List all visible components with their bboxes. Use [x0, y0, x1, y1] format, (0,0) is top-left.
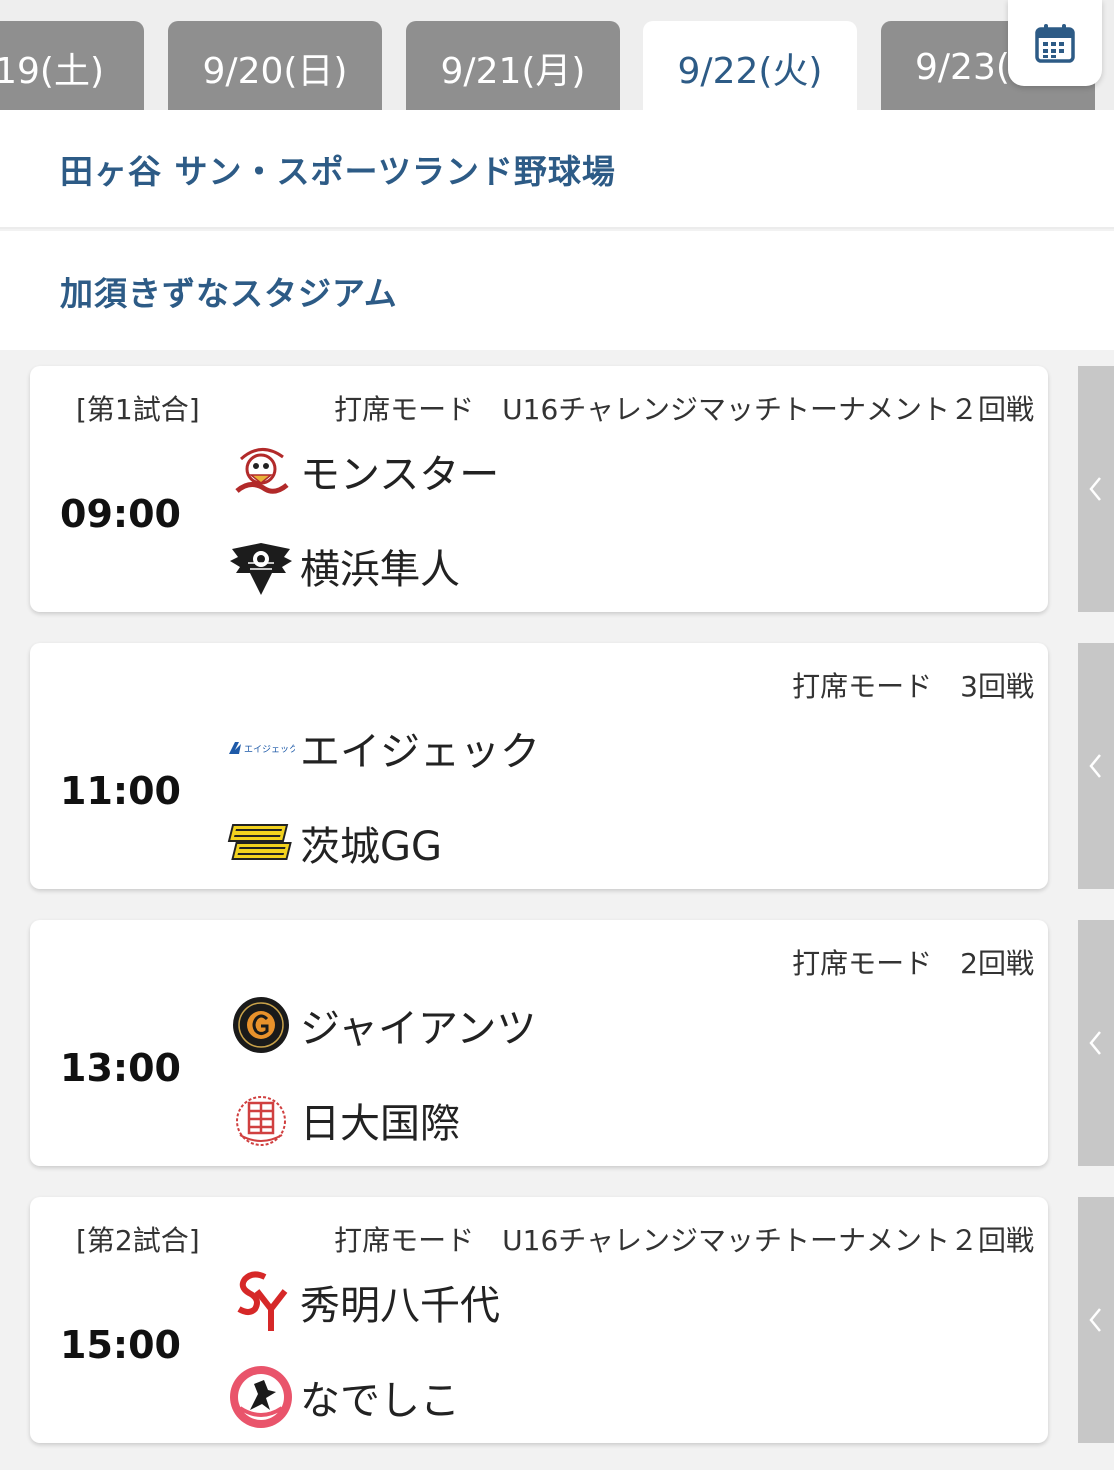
tab-date-0921[interactable]: 9/21(月): [406, 21, 620, 110]
expand-tab[interactable]: [1078, 366, 1114, 612]
hayato-eagle-logo-icon: [226, 531, 296, 601]
game-number-label: [第1試合]: [76, 393, 200, 426]
game-time: 13:00: [60, 1046, 181, 1090]
away-team: なでしこ: [226, 1362, 460, 1432]
team-name: 秀明八千代: [300, 1283, 500, 1329]
tab-date-0922[interactable]: 9/22(火): [643, 21, 857, 110]
away-team: 茨城GG: [226, 808, 442, 878]
game-card[interactable]: [第1試合] 打席モード U16チャレンジマッチトーナメント２回戦 09:00 …: [30, 366, 1048, 612]
team-name: モンスター: [300, 452, 500, 498]
game-info: 打席モード 2回戦: [792, 947, 1034, 980]
chevron-left-icon: [1089, 754, 1101, 778]
giants-logo-icon: [226, 990, 296, 1060]
game-number-label: [第2試合]: [76, 1224, 200, 1257]
game-info: 打席モード 3回戦: [792, 670, 1034, 703]
team-name: 茨城GG: [300, 824, 442, 870]
game-card[interactable]: [第2試合] 打席モード U16チャレンジマッチトーナメント２回戦 15:00 …: [30, 1197, 1048, 1443]
agec-logo-icon: エイジェック: [226, 713, 296, 783]
team-name: なでしこ: [300, 1378, 460, 1424]
team-name: ジャイアンツ: [300, 1006, 537, 1052]
game-info: 打席モード U16チャレンジマッチトーナメント２回戦: [334, 1224, 1034, 1257]
home-team: ジャイアンツ: [226, 990, 536, 1060]
expand-tab[interactable]: [1078, 1197, 1114, 1443]
team-name: 日大国際: [300, 1101, 460, 1147]
venue-kazo-kizuna[interactable]: 加須きずなスタジアム: [0, 231, 1114, 350]
home-team: 秀明八千代: [226, 1267, 500, 1337]
calendar-button[interactable]: [1008, 0, 1102, 86]
calendar-icon: [1035, 24, 1075, 63]
home-team: エイジェック エイジェック: [226, 713, 540, 783]
team-name: エイジェック: [300, 729, 540, 775]
game-time: 15:00: [60, 1323, 181, 1367]
home-team: モンスター: [226, 436, 499, 506]
expand-tab[interactable]: [1078, 920, 1114, 1166]
away-team: 日大国際: [226, 1085, 460, 1155]
venue-tadagaya[interactable]: 田ヶ谷 サン・スポーツランド野球場: [0, 110, 1114, 229]
game-time: 11:00: [60, 769, 181, 813]
venue-name: 田ヶ谷 サン・スポーツランド野球場: [60, 151, 616, 191]
golden-goblins-logo-icon: [226, 808, 296, 878]
agec-logo-text: エイジェック: [244, 744, 295, 755]
venue-name: 加須きずなスタジアム: [60, 273, 398, 313]
chevron-left-icon: [1089, 477, 1101, 501]
game-card[interactable]: 打席モード 2回戦 13:00 ジャイアンツ 日大国際: [30, 920, 1048, 1166]
expand-tab[interactable]: [1078, 643, 1114, 889]
game-time: 09:00: [60, 492, 181, 536]
tab-date-0920[interactable]: 9/20(日): [168, 21, 382, 110]
game-info: 打席モード U16チャレンジマッチトーナメント２回戦: [334, 393, 1034, 426]
nadeshiko-logo-icon: [226, 1362, 296, 1432]
tab-date-0919[interactable]: 19(土): [0, 21, 144, 110]
date-tab-bar: 19(土) 9/20(日) 9/21(月) 9/22(火) 9/23(: [0, 0, 1114, 110]
monster-logo-icon: [226, 436, 296, 506]
chevron-left-icon: [1089, 1308, 1101, 1332]
away-team: 横浜隼人: [226, 531, 460, 601]
nichidai-kokusai-logo-icon: [226, 1085, 296, 1155]
chevron-left-icon: [1089, 1031, 1101, 1055]
sy-logo-icon: [226, 1267, 296, 1337]
team-name: 横浜隼人: [300, 547, 460, 593]
game-card[interactable]: 打席モード 3回戦 11:00 エイジェック エイジェック 茨城GG: [30, 643, 1048, 889]
